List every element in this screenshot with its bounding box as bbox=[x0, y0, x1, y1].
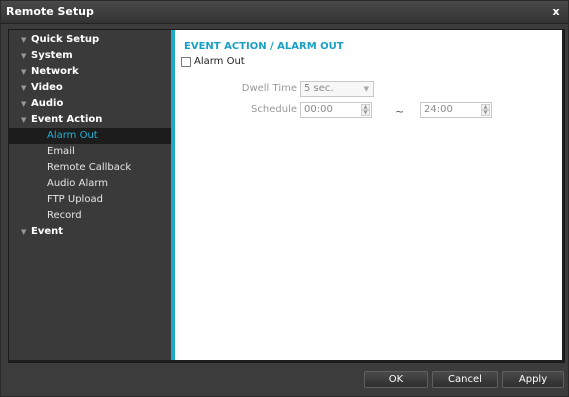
sidebar-item-label: Network bbox=[31, 66, 79, 77]
sidebar-item-audio-alarm[interactable]: Audio Alarm bbox=[9, 176, 171, 192]
expand-icon: ▼ bbox=[21, 52, 27, 60]
ok-button[interactable]: OK bbox=[364, 371, 428, 388]
sidebar-item-record[interactable]: Record bbox=[9, 208, 171, 224]
sidebar-item-label: System bbox=[31, 50, 73, 61]
sidebar-item-event-action[interactable]: ▼ Event Action bbox=[9, 112, 171, 128]
sidebar-item-label: Event Action bbox=[31, 114, 103, 125]
schedule-start-value: 00:00 bbox=[304, 104, 333, 115]
expand-icon: ▼ bbox=[21, 116, 27, 124]
sidebar-item-system[interactable]: ▼ System bbox=[9, 48, 171, 64]
alarm-out-checkbox[interactable] bbox=[181, 57, 191, 67]
schedule-start-input[interactable]: 00:00 ▲ ▼ bbox=[300, 102, 372, 118]
sidebar-item-label: Remote Callback bbox=[47, 162, 132, 173]
sidebar-item-label: Email bbox=[47, 146, 75, 157]
expand-icon: ▼ bbox=[21, 68, 27, 76]
sidebar-item-email[interactable]: Email bbox=[9, 144, 171, 160]
remote-setup-window: Remote Setup x ▼ Quick Setup ▼ System ▼ … bbox=[0, 0, 569, 397]
sidebar-item-label: FTP Upload bbox=[47, 194, 103, 205]
schedule-start-spinner: ▲ ▼ bbox=[361, 104, 370, 116]
cancel-button[interactable]: Cancel bbox=[432, 371, 498, 388]
sidebar-item-label: Event bbox=[31, 226, 64, 237]
dwell-time-label: Dwell Time bbox=[241, 83, 297, 94]
settings-panel: EVENT ACTION / ALARM OUT Alarm Out Dwell… bbox=[175, 30, 562, 360]
sidebar-item-label: Alarm Out bbox=[47, 130, 98, 141]
schedule-end-value: 24:00 bbox=[424, 104, 453, 115]
expand-icon: ▼ bbox=[21, 36, 27, 44]
sidebar-item-quick-setup[interactable]: ▼ Quick Setup bbox=[9, 32, 171, 48]
window-title: Remote Setup bbox=[6, 5, 94, 18]
spin-down-icon[interactable]: ▼ bbox=[361, 110, 370, 116]
expand-icon: ▼ bbox=[21, 228, 27, 236]
alarm-out-label: Alarm Out bbox=[194, 56, 245, 67]
sidebar-item-network[interactable]: ▼ Network bbox=[9, 64, 171, 80]
sidebar-item-remote-callback[interactable]: Remote Callback bbox=[9, 160, 171, 176]
schedule-separator: ~ bbox=[395, 105, 405, 118]
sidebar-item-label: Record bbox=[47, 210, 82, 221]
title-bar[interactable]: Remote Setup x bbox=[1, 1, 568, 24]
sidebar-item-audio[interactable]: ▼ Audio bbox=[9, 96, 171, 112]
dwell-time-select[interactable]: 5 sec. ▼ bbox=[300, 81, 374, 97]
sidebar-item-alarm-out[interactable]: Alarm Out bbox=[9, 128, 171, 144]
schedule-end-input[interactable]: 24:00 ▲ ▼ bbox=[420, 102, 492, 118]
dwell-time-value: 5 sec. bbox=[304, 83, 334, 94]
chevron-down-icon: ▼ bbox=[363, 85, 369, 93]
apply-button[interactable]: Apply bbox=[502, 371, 564, 388]
sidebar-item-ftp-upload[interactable]: FTP Upload bbox=[9, 192, 171, 208]
sidebar: ▼ Quick Setup ▼ System ▼ Network ▼ Video… bbox=[9, 30, 171, 360]
schedule-label: Schedule bbox=[251, 104, 297, 115]
sidebar-item-label: Audio bbox=[31, 98, 64, 109]
close-button[interactable]: x bbox=[548, 4, 564, 20]
sidebar-item-event[interactable]: ▼ Event bbox=[9, 224, 171, 240]
sidebar-item-label: Audio Alarm bbox=[47, 178, 109, 189]
sidebar-item-video[interactable]: ▼ Video bbox=[9, 80, 171, 96]
sidebar-item-label: Video bbox=[31, 82, 63, 93]
expand-icon: ▼ bbox=[21, 100, 27, 108]
section-title: EVENT ACTION / ALARM OUT bbox=[184, 41, 344, 52]
sidebar-item-label: Quick Setup bbox=[31, 34, 100, 45]
schedule-end-spinner: ▲ ▼ bbox=[481, 104, 490, 116]
expand-icon: ▼ bbox=[21, 84, 27, 92]
spin-down-icon[interactable]: ▼ bbox=[481, 110, 490, 116]
